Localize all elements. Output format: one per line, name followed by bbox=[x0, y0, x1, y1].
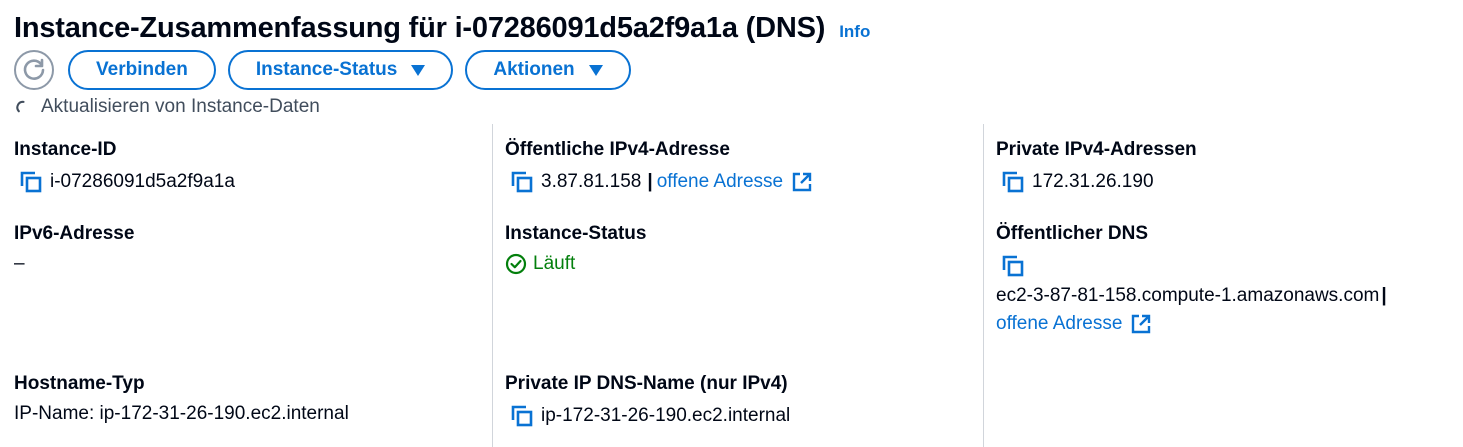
field-label: Private IP DNS-Name (nur IPv4) bbox=[505, 373, 788, 394]
column-divider bbox=[983, 124, 984, 447]
separator: | bbox=[647, 171, 653, 192]
page-header: Instance-Zusammenfassung für i-07286091d… bbox=[14, 12, 870, 45]
open-address-link-label: offene Adresse bbox=[996, 313, 1123, 334]
info-link[interactable]: Info bbox=[839, 22, 870, 42]
ipv6-value: – bbox=[14, 253, 25, 274]
public-dns-field: Öffentlicher DNS ec2-3-87-81-158.compute… bbox=[996, 223, 1391, 335]
field-label: Instance-Status bbox=[505, 223, 647, 244]
hostname-type-field: Hostname-Typ IP-Name: ip-172-31-26-190.e… bbox=[14, 373, 349, 425]
field-label: Öffentliche IPv4-Adresse bbox=[505, 139, 730, 160]
private-ipv4-field: Private IPv4-Adressen 172.31.26.190 bbox=[996, 139, 1197, 195]
copy-icon[interactable] bbox=[509, 403, 535, 429]
spinner-icon bbox=[16, 100, 25, 112]
connect-button-label: Verbinden bbox=[96, 59, 188, 80]
copy-icon[interactable] bbox=[1000, 253, 1026, 279]
field-label: Hostname-Typ bbox=[14, 373, 145, 394]
status-badge: Läuft bbox=[505, 253, 575, 275]
public-dns-value: ec2-3-87-81-158.compute-1.amazonaws.com bbox=[996, 285, 1380, 306]
private-dns-value: ip-172-31-26-190.ec2.internal bbox=[541, 405, 791, 426]
copy-icon[interactable] bbox=[1000, 169, 1026, 195]
field-value-row bbox=[1000, 253, 1391, 279]
connect-button[interactable]: Verbinden bbox=[68, 50, 216, 90]
field-label: Private IPv4-Adressen bbox=[996, 139, 1197, 160]
field-value-row: i-07286091d5a2f9a1a bbox=[18, 169, 235, 195]
caret-down-icon bbox=[588, 64, 603, 76]
instance-id-value: i-07286091d5a2f9a1a bbox=[50, 171, 235, 192]
copy-icon[interactable] bbox=[509, 169, 535, 195]
public-ipv4-value: 3.87.81.158 bbox=[541, 171, 642, 192]
actions-dropdown[interactable]: Aktionen bbox=[465, 50, 631, 90]
field-value-row: Läuft bbox=[505, 253, 646, 275]
public-ipv4-field: Öffentliche IPv4-Adresse 3.87.81.158 | o… bbox=[505, 139, 813, 195]
loading-text: Aktualisieren von Instance-Daten bbox=[41, 96, 320, 117]
toolbar: Verbinden Instance-Status Aktionen bbox=[14, 50, 643, 90]
page-title: Instance-Zusammenfassung für i-07286091d… bbox=[14, 12, 826, 44]
instance-status-dropdown-label: Instance-Status bbox=[255, 59, 398, 80]
field-value-row: ip-172-31-26-190.ec2.internal bbox=[509, 403, 790, 429]
instance-status-dropdown[interactable]: Instance-Status bbox=[227, 50, 454, 90]
instance-state-value: Läuft bbox=[533, 253, 576, 274]
refresh-button[interactable] bbox=[14, 50, 54, 90]
field-value-row: offene Adresse bbox=[996, 313, 1391, 335]
ipv6-field: IPv6-Adresse – bbox=[14, 223, 134, 275]
external-link-icon bbox=[1132, 314, 1151, 334]
separator: | bbox=[1381, 285, 1387, 306]
actions-dropdown-label: Aktionen bbox=[493, 59, 575, 80]
field-value-row: ec2-3-87-81-158.compute-1.amazonaws.com … bbox=[996, 285, 1391, 307]
private-dns-field: Private IP DNS-Name (nur IPv4) ip-172-31… bbox=[505, 373, 790, 429]
caret-down-icon bbox=[411, 64, 426, 76]
private-ipv4-value: 172.31.26.190 bbox=[1032, 171, 1154, 192]
hostname-type-value: IP-Name: ip-172-31-26-190.ec2.internal bbox=[14, 403, 349, 424]
open-address-link[interactable]: offene Adresse bbox=[657, 171, 813, 193]
open-address-link-label: offene Adresse bbox=[656, 171, 784, 192]
field-value-row: 172.31.26.190 bbox=[1000, 169, 1197, 195]
external-link-icon bbox=[792, 172, 812, 192]
instance-state-field: Instance-Status Läuft bbox=[505, 223, 646, 275]
column-divider bbox=[492, 124, 493, 447]
field-label: IPv6-Adresse bbox=[14, 223, 135, 244]
field-label: Öffentlicher DNS bbox=[996, 223, 1149, 244]
field-value-row: 3.87.81.158 | offene Adresse bbox=[509, 169, 813, 195]
field-label: Instance-ID bbox=[14, 139, 117, 160]
refresh-icon bbox=[23, 58, 45, 80]
copy-icon[interactable] bbox=[18, 169, 44, 195]
open-address-link[interactable]: offene Adresse bbox=[996, 313, 1152, 335]
instance-id-field: Instance-ID i-07286091d5a2f9a1a bbox=[14, 139, 235, 195]
check-circle-icon bbox=[505, 253, 527, 275]
loading-indicator: Aktualisieren von Instance-Daten bbox=[16, 96, 320, 118]
